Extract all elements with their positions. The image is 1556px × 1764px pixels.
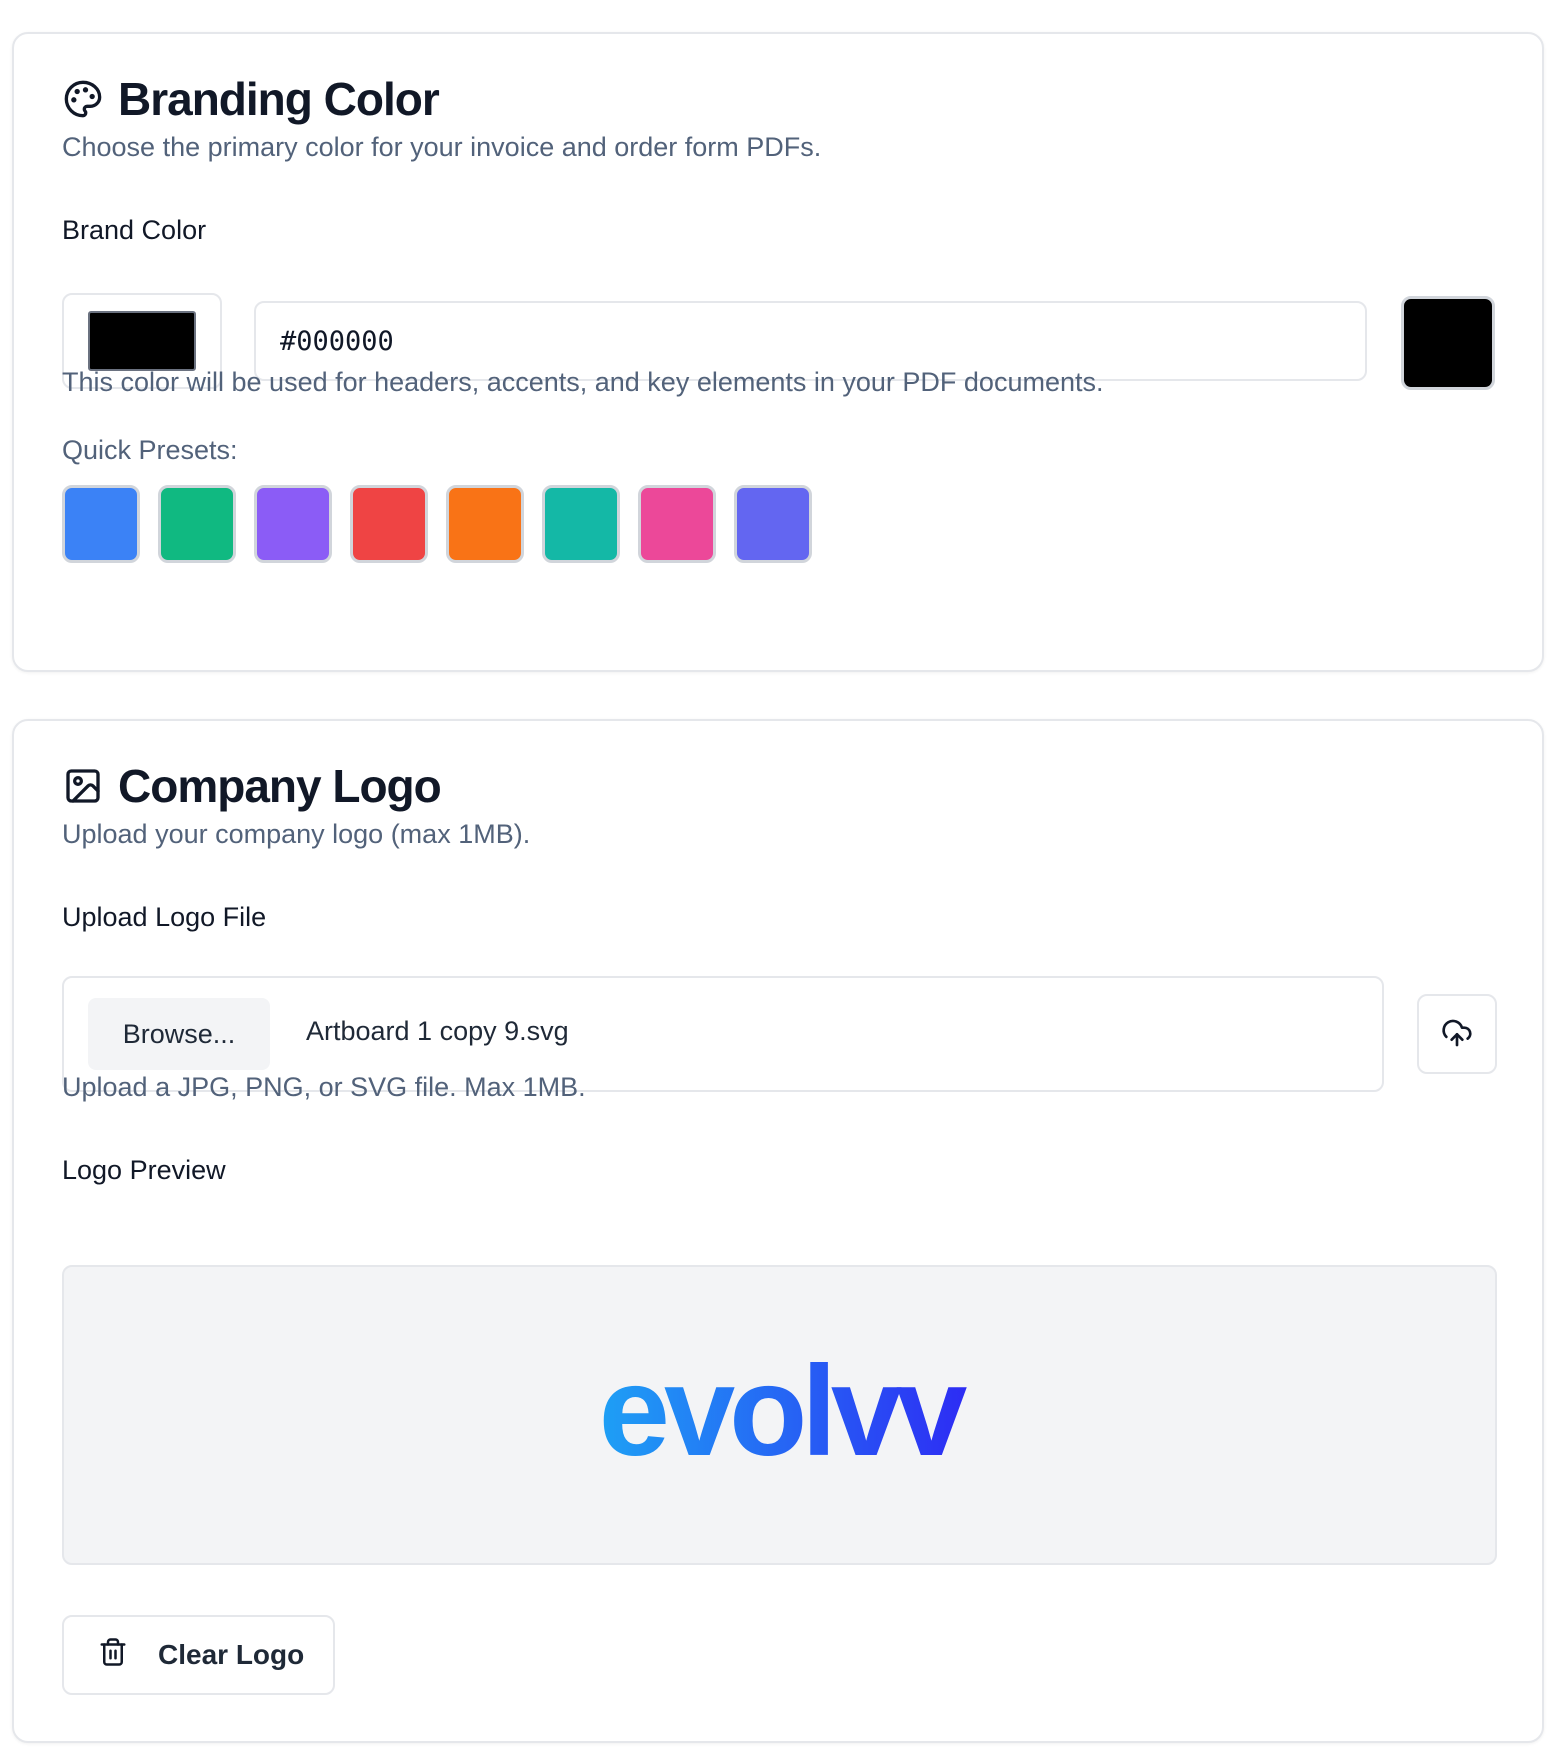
quick-presets-label: Quick Presets: — [62, 435, 238, 465]
preset-swatches — [62, 485, 812, 563]
preset-swatch-green[interactable] — [158, 485, 236, 563]
branding-title-row: Branding Color — [62, 72, 440, 126]
upload-logo-label: Upload Logo File — [62, 902, 267, 932]
brand-color-label: Brand Color — [62, 215, 207, 245]
preset-swatch-blue[interactable] — [62, 485, 140, 563]
preset-swatch-teal[interactable] — [542, 485, 620, 563]
preset-swatch-indigo[interactable] — [734, 485, 812, 563]
palette-icon — [62, 78, 104, 120]
company-logo-image: evolvv — [598, 1355, 972, 1475]
trash-icon — [98, 1637, 128, 1674]
upload-button[interactable] — [1417, 994, 1497, 1074]
logo-title: Company Logo — [118, 760, 442, 812]
branding-color-card: Branding Color Choose the primary color … — [12, 32, 1544, 672]
color-preview-swatch — [1401, 296, 1495, 390]
preset-swatch-purple[interactable] — [254, 485, 332, 563]
browse-button[interactable]: Browse... — [88, 998, 270, 1070]
preset-swatch-orange[interactable] — [446, 485, 524, 563]
logo-description: Upload your company logo (max 1MB). — [62, 819, 531, 849]
color-picker-swatch — [88, 311, 196, 371]
cloud-upload-icon — [1441, 1017, 1473, 1052]
clear-logo-button[interactable]: Clear Logo — [62, 1615, 335, 1695]
branding-title: Branding Color — [118, 73, 440, 125]
clear-logo-label: Clear Logo — [158, 1639, 305, 1670]
preset-swatch-pink[interactable] — [638, 485, 716, 563]
logo-wordmark: evolvv — [598, 1355, 966, 1475]
selected-file-name: Artboard 1 copy 9.svg — [306, 1016, 569, 1046]
logo-preview-area: evolvv — [62, 1265, 1497, 1565]
preset-swatch-red[interactable] — [350, 485, 428, 563]
image-icon — [62, 765, 104, 807]
logo-preview-label: Logo Preview — [62, 1155, 226, 1185]
company-logo-card: Company Logo Upload your company logo (m… — [12, 719, 1544, 1743]
upload-help-text: Upload a JPG, PNG, or SVG file. Max 1MB. — [62, 1072, 586, 1102]
branding-description: Choose the primary color for your invoic… — [62, 132, 822, 162]
logo-title-row: Company Logo — [62, 759, 442, 813]
brand-color-help-text: This color will be used for headers, acc… — [62, 367, 1104, 397]
